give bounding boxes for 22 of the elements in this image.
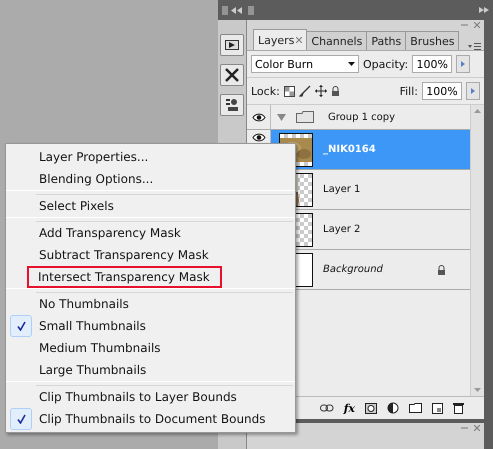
blend-mode-dropdown[interactable]: Color Burn <box>251 55 359 73</box>
menu-item[interactable]: Small Thumbnails <box>6 315 295 337</box>
menu-item[interactable]: Clip Thumbnails to Layer Bounds <box>6 386 295 408</box>
lock-label: Lock: <box>251 84 280 98</box>
menu-item[interactable]: No Thumbnails <box>6 293 295 315</box>
layer-name: Layer 1 <box>323 184 362 195</box>
panel-tab[interactable]: Paths <box>366 31 406 50</box>
panel-tab[interactable]: Brushes <box>405 31 460 50</box>
layer-name: _NIK0164 <box>323 144 377 155</box>
opacity-field[interactable]: 100% <box>412 55 452 73</box>
menu-item[interactable]: Medium Thumbnails <box>6 337 295 359</box>
panel-tab[interactable]: Channels <box>306 31 368 50</box>
layer-style-button[interactable]: fx <box>344 402 355 414</box>
opacity-label: Opacity: <box>363 58 408 70</box>
menu-item[interactable]: Clip Thumbnails to Document Bounds <box>6 408 295 430</box>
layer-name: Group 1 copy <box>328 112 396 122</box>
layer-name: Background <box>323 264 384 275</box>
fill-field[interactable]: 100% <box>422 82 462 100</box>
panel-tab[interactable]: Layers <box>253 29 308 50</box>
menu-item[interactable]: Large Thumbnails <box>6 359 295 381</box>
fill-label: Fill: <box>400 84 418 98</box>
layer-name: Layer 2 <box>323 224 362 235</box>
